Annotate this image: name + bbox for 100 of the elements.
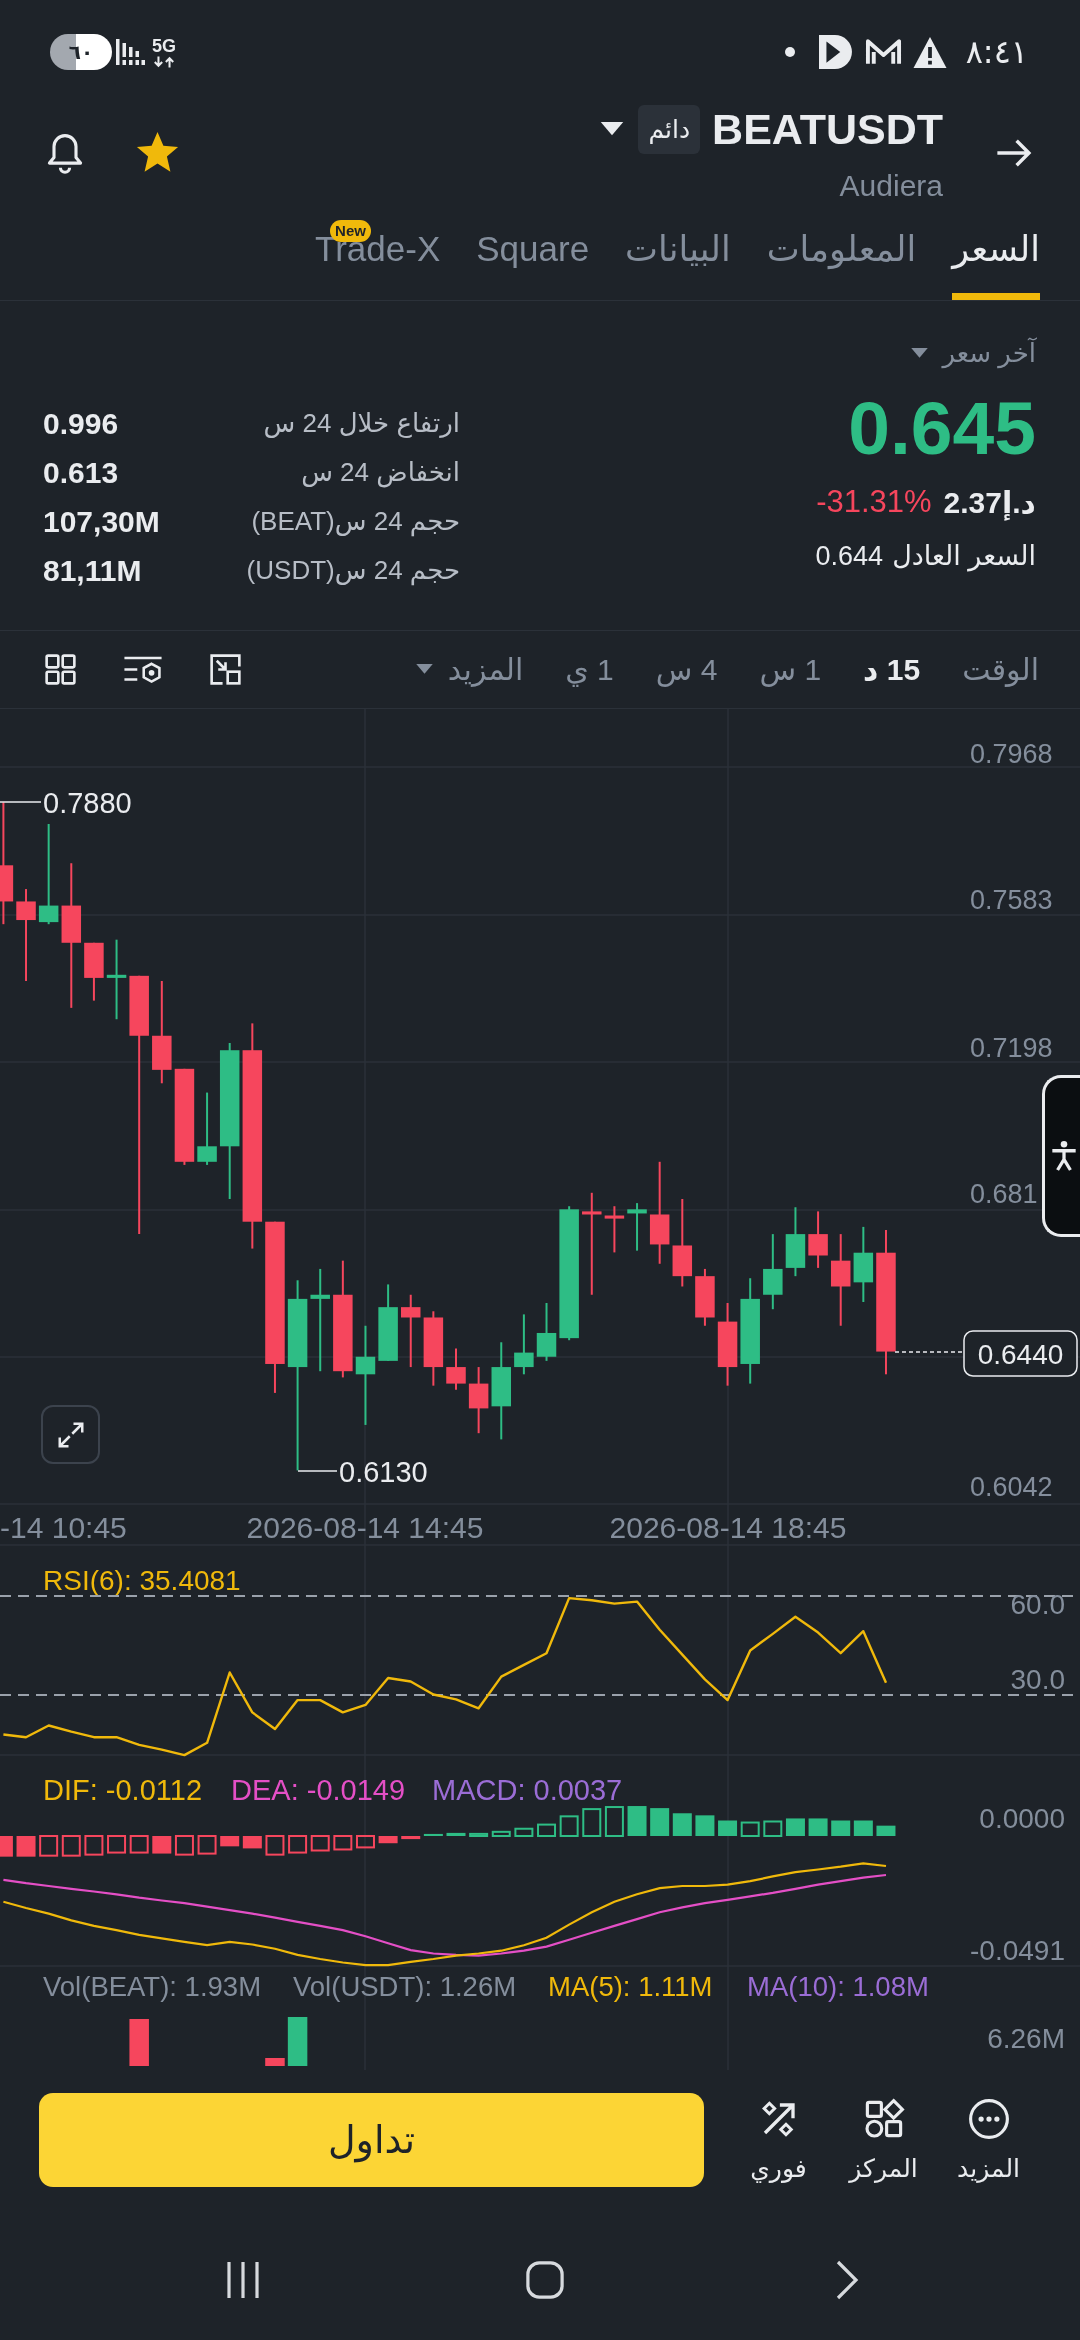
price-axis-label: 0.7198: [970, 1033, 1053, 1063]
macd-histogram-bar: [61, 1835, 81, 1857]
candlestick: [446, 1347, 466, 1391]
interval-option[interactable]: 1 ي: [565, 651, 614, 688]
stat-label: حجم 24 س(USDT): [246, 555, 460, 586]
rsi-axis-label: 60.0: [1010, 1588, 1065, 1620]
rounded-square-icon: [526, 2260, 564, 2300]
macd-histogram-bar: [831, 1820, 851, 1836]
more-button[interactable]: المزيد: [941, 2093, 1036, 2183]
fair-price-label: السعر العادل: [892, 540, 1036, 572]
time-axis-label: -14 10:45: [0, 1510, 127, 1544]
tab[interactable]: السعر: [952, 228, 1040, 300]
battery-indicator: ٦٠: [50, 34, 112, 70]
macd-histogram-bar: [604, 1806, 624, 1837]
more-intervals-dropdown[interactable]: المزيد: [415, 651, 524, 688]
macd-histogram-bar: [16, 1836, 36, 1857]
macd-histogram-bar: [84, 1835, 104, 1856]
candlestick: [514, 1313, 534, 1376]
more-icon: [967, 2098, 1010, 2140]
macd-histogram-bar: [0, 1836, 13, 1857]
stat-value: 81,11M: [43, 553, 142, 588]
macd-histogram-bar: [446, 1832, 466, 1836]
shapes-grid-icon: [862, 2098, 905, 2140]
expand-button[interactable]: [41, 1405, 100, 1464]
tab[interactable]: Square: [476, 228, 590, 300]
stat-value: 0.613: [43, 455, 119, 490]
candlestick: [808, 1210, 828, 1269]
macd-histogram-bar: [378, 1836, 398, 1844]
macd-histogram-bar: [514, 1827, 534, 1837]
time-axis-label: 2026-08-14 14:45: [246, 1510, 484, 1544]
app-logo-icon: [818, 35, 853, 69]
macd-histogram-bar: [559, 1815, 579, 1837]
stat-label: حجم 24 س(BEAT): [251, 506, 460, 537]
warning-icon: [911, 35, 948, 69]
interval-option[interactable]: 1 س: [759, 651, 822, 688]
macd-histogram-bar: [310, 1835, 330, 1852]
volume-bar: [287, 2017, 308, 2066]
data-arrows-icon: [152, 55, 176, 68]
caret-down-icon[interactable]: [600, 122, 625, 137]
macd-histogram-bar: [627, 1806, 647, 1836]
price-type-dropdown[interactable]: آخر سعر: [911, 336, 1036, 370]
macd-histogram-bar: [197, 1835, 217, 1855]
rsi-legend: RSI(6): 35.4081: [43, 1564, 241, 1596]
macd-histogram-bar: [356, 1835, 375, 1849]
high-price-label: 0.7880: [43, 787, 132, 819]
three-lines-icon: [224, 2260, 262, 2300]
candlestick: [84, 941, 104, 1002]
macd-legend: DEA: -0.0149: [231, 1774, 406, 1806]
macd-histogram-bar: [107, 1835, 127, 1854]
caret-down-icon: [911, 347, 929, 359]
interval-label: الوقت: [962, 652, 1039, 687]
interval-option[interactable]: 4 س: [655, 651, 718, 688]
signal-icon: [115, 37, 145, 67]
last-price: 0.645: [848, 388, 1036, 468]
stat-label: انخفاض 24 س: [301, 457, 460, 488]
hub-button[interactable]: المركز: [836, 2093, 931, 2183]
candlestick: [468, 1366, 489, 1435]
volume-bar: [265, 2058, 285, 2066]
caret-down-icon: [415, 664, 433, 675]
macd-histogram-bar: [174, 1835, 194, 1856]
macd-histogram-bar: [469, 1832, 489, 1837]
volume-bar: [129, 2019, 149, 2066]
rsi-axis-label: 30.0: [1010, 1663, 1065, 1695]
low-price-label: 0.6130: [339, 1456, 428, 1488]
macd-legend: MACD: 0.0037: [432, 1774, 623, 1806]
tab[interactable]: البيانات: [625, 228, 731, 300]
macd-histogram-bar: [672, 1813, 692, 1836]
person-icon: [1050, 1140, 1078, 1172]
macd-histogram-bar: [537, 1823, 556, 1837]
contract-type-badge: دائم: [638, 105, 701, 154]
last-price-tag: 0.6440: [963, 1330, 1078, 1377]
macd-histogram-bar: [582, 1808, 602, 1837]
candlestick: [536, 1302, 557, 1362]
volume-legend: MA(10): 1.08M: [747, 1970, 929, 2002]
time-axis-label: 2026-08-14 18:45: [609, 1510, 847, 1544]
macd-histogram-bar: [853, 1820, 873, 1836]
candlestick: [695, 1267, 715, 1327]
fiat-price: د.إ2.37: [943, 484, 1036, 520]
volume-axis-label: 6.26M: [987, 2022, 1065, 2054]
macd-histogram-bar: [220, 1836, 240, 1847]
grid-icon[interactable]: [43, 652, 78, 687]
macd-histogram-bar: [740, 1821, 760, 1837]
fair-price-value: 0.644: [815, 540, 884, 572]
price-axis-label: 0.7968: [970, 739, 1053, 769]
chevron-icon: [835, 2260, 859, 2300]
macd-axis-label: 0.0000: [979, 1802, 1065, 1834]
macd-histogram-bar: [288, 1835, 308, 1854]
interval-option[interactable]: 15 د: [863, 651, 921, 688]
high-price-leader: [0, 801, 42, 803]
low-price-leader: [297, 1470, 338, 1472]
accessibility-button[interactable]: [1042, 1075, 1080, 1237]
trade-button[interactable]: تداول: [39, 2093, 704, 2187]
resize-icon[interactable]: [208, 652, 243, 687]
pair-symbol: BEATUSDT: [712, 105, 943, 154]
tab[interactable]: المعلومات: [766, 228, 917, 300]
volume-legend: Vol(USDT): 1.26M: [293, 1970, 517, 2002]
macd-histogram-bar: [265, 1835, 285, 1856]
instant-button[interactable]: فوري: [731, 2093, 826, 2183]
app-logo-icon: [864, 38, 902, 66]
macd-histogram-bar: [763, 1820, 783, 1837]
